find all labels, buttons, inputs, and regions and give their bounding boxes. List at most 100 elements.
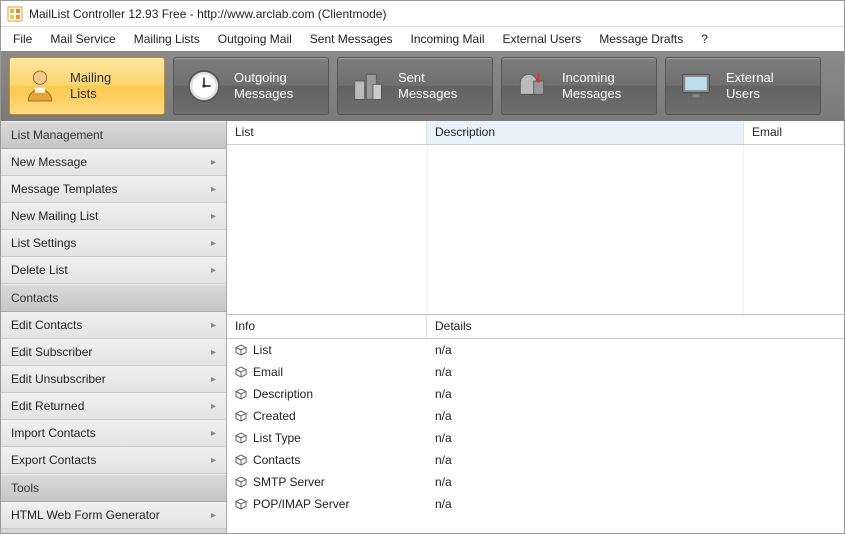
detail-info-cell: SMTP Server [227, 475, 427, 489]
toolbar-incoming-messages[interactable]: IncomingMessages [501, 57, 657, 115]
detail-info-cell: List [227, 343, 427, 357]
sidebar-item-edit-unsubscriber[interactable]: Edit Unsubscriber▸ [1, 366, 226, 393]
list-table-body[interactable] [227, 145, 844, 315]
title-bar: MailList Controller 12.93 Free - http://… [1, 1, 844, 27]
window-title: MailList Controller 12.93 Free - http://… [29, 7, 386, 21]
chevron-right-icon: ▸ [211, 428, 216, 439]
detail-info-label: List Type [253, 431, 301, 445]
sidebar-item-label: Import Contacts [11, 426, 96, 440]
sidebar-item-label: Edit Unsubscriber [11, 372, 106, 386]
sidebar: List Management New Message ▸ Message Tem… [1, 121, 227, 533]
sidebar-item-edit-contacts[interactable]: Edit Contacts ▸ [1, 312, 226, 339]
sidebar-item-label: Edit Contacts [11, 318, 82, 332]
sidebar-item-new-mailing-list[interactable]: New Mailing List ▸ [1, 203, 226, 230]
detail-row[interactable]: Created n/a [227, 405, 844, 427]
detail-row[interactable]: Contacts n/a [227, 449, 844, 471]
detail-info-label: List [253, 343, 272, 357]
mailbox-icon [508, 62, 556, 110]
chevron-right-icon: ▸ [211, 211, 216, 222]
detail-info-label: POP/IMAP Server [253, 497, 349, 511]
sidebar-item-label: New Mailing List [11, 209, 98, 223]
detail-info-cell: Email [227, 365, 427, 379]
detail-info-label: Contacts [253, 453, 300, 467]
column-email[interactable]: Email [744, 121, 844, 144]
detail-details-cell: n/a [427, 409, 844, 423]
menu-sent-messages[interactable]: Sent Messages [302, 29, 401, 49]
toolbar-label: MailingLists [70, 70, 111, 101]
sidebar-item-export-contacts[interactable]: Export Contacts▸ [1, 447, 226, 474]
column-info[interactable]: Info [227, 315, 427, 338]
sidebar-item-label: New Message [11, 155, 87, 169]
cube-icon [235, 366, 247, 378]
detail-details-cell: n/a [427, 475, 844, 489]
sidebar-item-label: HTML Web Form Generator [11, 508, 160, 522]
sidebar-item-label: Edit Subscriber [11, 345, 92, 359]
detail-details-cell: n/a [427, 365, 844, 379]
cube-icon [235, 388, 247, 400]
chevron-right-icon: ▸ [211, 455, 216, 466]
toolbar-label: ExternalUsers [726, 70, 774, 101]
sidebar-item-html-web-form-generator[interactable]: HTML Web Form Generator ▸ [1, 502, 226, 529]
column-details[interactable]: Details [427, 315, 844, 338]
cube-icon [235, 476, 247, 488]
detail-row[interactable]: List Typen/a [227, 427, 844, 449]
menu-mailing-lists[interactable]: Mailing Lists [126, 29, 208, 49]
monitor-icon [672, 62, 720, 110]
sidebar-item-import-contacts[interactable]: Import Contacts ▸ [1, 420, 226, 447]
buildings-icon [344, 62, 392, 110]
detail-row[interactable]: Emailn/a [227, 361, 844, 383]
cube-icon [235, 454, 247, 466]
menu-incoming-mail[interactable]: Incoming Mail [403, 29, 493, 49]
detail-row[interactable]: Listn/a [227, 339, 844, 361]
menu-help[interactable]: ? [693, 29, 716, 49]
menu-external-users[interactable]: External Users [495, 29, 590, 49]
detail-row[interactable]: Description n/a [227, 383, 844, 405]
detail-info-cell: Description [227, 387, 427, 401]
sidebar-item-message-templates[interactable]: Message Templates▸ [1, 176, 226, 203]
detail-info-cell: POP/IMAP Server [227, 497, 427, 511]
sidebar-item-label: Delete List [11, 263, 68, 277]
sidebar-item-delete-list[interactable]: Delete List ▸ [1, 257, 226, 284]
chevron-right-icon: ▸ [211, 265, 216, 276]
column-list[interactable]: List [227, 121, 427, 144]
detail-table-body: Listn/aEmailn/aDescriptionn/aCreatedn/aL… [227, 339, 844, 533]
sidebar-header-list-management: List Management [1, 121, 226, 149]
chevron-right-icon: ▸ [211, 238, 216, 249]
detail-row[interactable]: POP/IMAP Server n/a [227, 493, 844, 515]
detail-details-cell: n/a [427, 453, 844, 467]
menu-mail-service[interactable]: Mail Service [42, 29, 123, 49]
cube-icon [235, 432, 247, 444]
toolbar-outgoing-messages[interactable]: OutgoingMessages [173, 57, 329, 115]
clock-icon [180, 62, 228, 110]
list-table-header: List Description Email [227, 121, 844, 145]
chevron-right-icon: ▸ [211, 157, 216, 168]
menu-bar: File Mail Service Mailing Lists Outgoing… [1, 27, 844, 51]
detail-row[interactable]: SMTP Server n/a [227, 471, 844, 493]
toolbar-sent-messages[interactable]: SentMessages [337, 57, 493, 115]
menu-outgoing-mail[interactable]: Outgoing Mail [210, 29, 300, 49]
sidebar-item-edit-subscriber[interactable]: Edit Subscriber▸ [1, 339, 226, 366]
sidebar-item-new-message[interactable]: New Message ▸ [1, 149, 226, 176]
detail-info-label: SMTP Server [253, 475, 325, 489]
detail-info-cell: Created [227, 409, 427, 423]
sidebar-item-edit-returned[interactable]: Edit Returned▸ [1, 393, 226, 420]
menu-file[interactable]: File [5, 29, 40, 49]
chevron-right-icon: ▸ [211, 320, 216, 331]
cube-icon [235, 410, 247, 422]
detail-info-cell: List Type [227, 431, 427, 445]
detail-info-label: Created [253, 409, 296, 423]
sidebar-header-tools: Tools [1, 474, 226, 502]
toolbar: MailingLists OutgoingMessages SentMessag… [1, 51, 844, 121]
detail-info-label: Description [253, 387, 313, 401]
menu-message-drafts[interactable]: Message Drafts [591, 29, 691, 49]
detail-table-header: Info Details [227, 315, 844, 339]
toolbar-external-users[interactable]: ExternalUsers [665, 57, 821, 115]
sidebar-item-label: Edit Returned [11, 399, 84, 413]
chevron-right-icon: ▸ [211, 510, 216, 521]
toolbar-mailing-lists[interactable]: MailingLists [9, 57, 165, 115]
sidebar-item-list-settings[interactable]: List Settings▸ [1, 230, 226, 257]
sidebar-item-label: Message Templates [11, 182, 118, 196]
column-description[interactable]: Description [427, 121, 744, 144]
detail-details-cell: n/a [427, 497, 844, 511]
detail-details-cell: n/a [427, 387, 844, 401]
